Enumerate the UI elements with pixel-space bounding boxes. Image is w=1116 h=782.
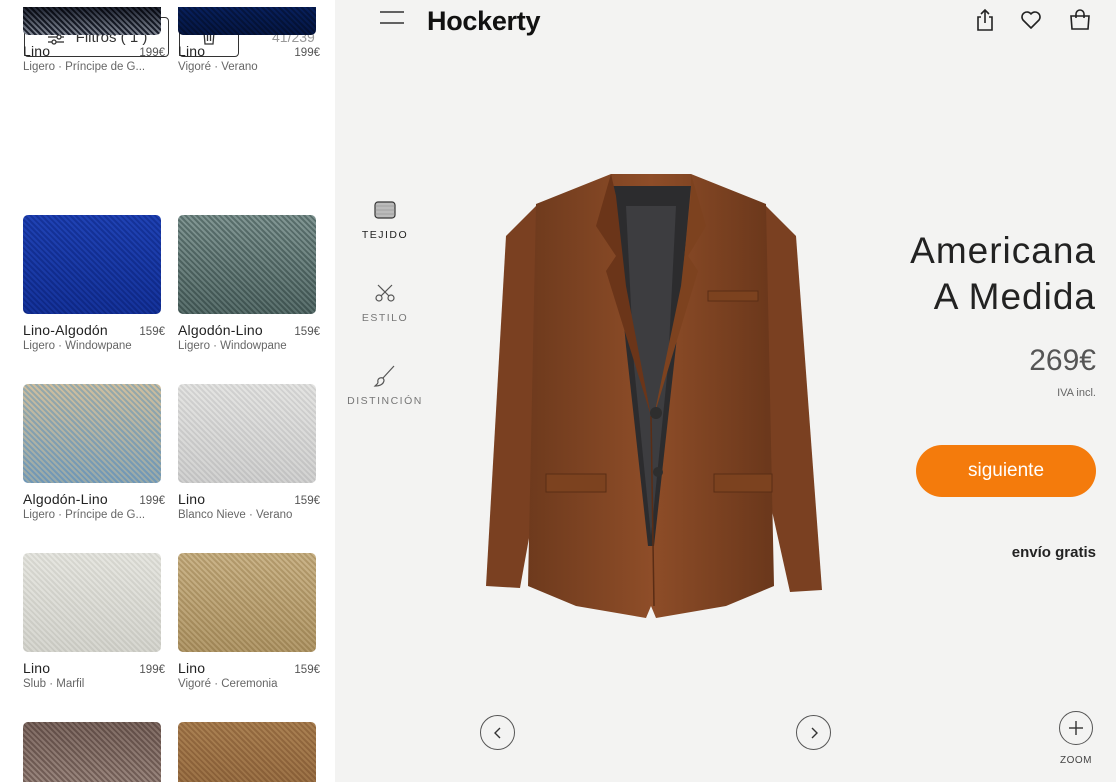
fabric-description: Slub · Marfil: [23, 678, 85, 690]
fabric-swatch[interactable]: [23, 215, 161, 314]
fabric-name: Algodón-Lino: [178, 322, 263, 338]
fabric-description: Ligero · Príncipe de G...: [23, 509, 146, 521]
fabric-price: 159€: [294, 664, 320, 676]
fabric-swatch[interactable]: [23, 722, 161, 782]
fabric-name: Lino-Algodón: [23, 322, 108, 338]
fabric-description: Vigoré · Verano: [178, 61, 258, 73]
fabric-card[interactable]: Lino 159€ Vigoré · Ceremonia: [178, 553, 320, 690]
zoom-button[interactable]: [1059, 711, 1093, 745]
tool-fabric[interactable]: TEJIDO: [345, 198, 425, 241]
fabric-price: 159€: [139, 326, 165, 338]
free-shipping-label: envío gratis: [1011, 544, 1096, 561]
fabric-card[interactable]: Algodón-Lino 199€ Ligero · Príncipe de G..…: [23, 384, 165, 521]
zoom-label: ZOOM: [1060, 755, 1092, 766]
fabric-description: Vigoré · Ceremonia: [178, 678, 278, 690]
logo[interactable]: Hockerty: [427, 6, 540, 37]
fabric-name: Lino: [178, 43, 206, 59]
next-button[interactable]: siguiente: [916, 445, 1096, 497]
tool-distinction-label: DISTINCIÓN: [347, 395, 423, 407]
fabric-name: Lino: [178, 660, 206, 676]
fabric-name: Lino: [178, 491, 206, 507]
fabric-price: 199€: [139, 664, 165, 676]
fabric-card[interactable]: Lino 199€ Vigoré · Verano: [178, 7, 320, 73]
bag-icon[interactable]: [1068, 8, 1092, 32]
tool-fabric-label: TEJIDO: [361, 229, 409, 241]
product-title-line2: A Medida: [933, 276, 1096, 317]
fabric-description: Ligero · Príncipe de G...: [23, 61, 146, 73]
fabric-swatch[interactable]: [178, 553, 316, 652]
chevron-left-icon: [493, 727, 500, 738]
fabric-swatch[interactable]: [178, 7, 316, 35]
product-price: 269€: [1029, 344, 1096, 377]
scissors-icon: [375, 284, 395, 302]
fabric-swatch[interactable]: [178, 215, 316, 314]
fabric-swatch[interactable]: [23, 384, 161, 483]
fabric-name: Lino: [23, 43, 51, 59]
fabric-description: Ligero · Windowpane: [23, 340, 132, 352]
tool-style-label: ESTILO: [361, 312, 409, 324]
fabric-card[interactable]: [178, 722, 316, 782]
product-title: Americana A Medida: [910, 228, 1096, 320]
fabric-swatch[interactable]: [23, 553, 161, 652]
next-view-button[interactable]: [796, 715, 831, 750]
jacket-image: [486, 174, 822, 618]
fabric-card[interactable]: Lino 199€ Ligero · Príncipe de G...: [23, 7, 165, 73]
tax-note: IVA incl.: [1057, 387, 1096, 399]
previous-view-button[interactable]: [480, 715, 515, 750]
tool-distinction[interactable]: DISTINCIÓN: [345, 364, 425, 407]
fabric-card[interactable]: Lino-Algodón 159€ Ligero · Windowpane: [23, 215, 165, 352]
fabric-swatch[interactable]: [178, 384, 316, 483]
fabric-card[interactable]: Lino 199€ Slub · Marfil: [23, 553, 165, 690]
brush-icon: [373, 365, 395, 387]
plus-icon: [1069, 721, 1083, 735]
fabric-panel: Filtros ( 1 ) 41/239 Lino 199€ Ligero · Pr…: [0, 0, 335, 782]
fabric-price: 159€: [294, 495, 320, 507]
fabric-swatch[interactable]: [178, 722, 316, 782]
fabric-name: Lino: [23, 660, 51, 676]
fabric-card[interactable]: Lino 159€ Blanco Nieve · Verano: [178, 384, 320, 521]
share-icon[interactable]: [973, 8, 997, 32]
fabric-description: Blanco Nieve · Verano: [178, 509, 293, 521]
fabric-price: 199€: [294, 47, 320, 59]
fabric-name: Algodón-Lino: [23, 491, 108, 507]
fabric-price: 199€: [139, 47, 165, 59]
heart-icon[interactable]: [1019, 8, 1043, 32]
fabric-swatch[interactable]: [23, 7, 161, 35]
fabric-price: 199€: [139, 495, 165, 507]
fabric-card[interactable]: Algodón-Lino 159€ Ligero · Windowpane: [178, 215, 320, 352]
chevron-right-icon: [811, 727, 818, 738]
fabric-swatch-icon: [374, 201, 396, 219]
product-title-line1: Americana: [910, 230, 1096, 271]
fabric-description: Ligero · Windowpane: [178, 340, 287, 352]
menu-icon[interactable]: [380, 10, 404, 26]
fabric-grid: Lino 199€ Ligero · Príncipe de G... Lino 199…: [23, 0, 323, 782]
fabric-card[interactable]: [23, 722, 161, 782]
fabric-price: 159€: [294, 326, 320, 338]
tool-style[interactable]: ESTILO: [345, 281, 425, 324]
